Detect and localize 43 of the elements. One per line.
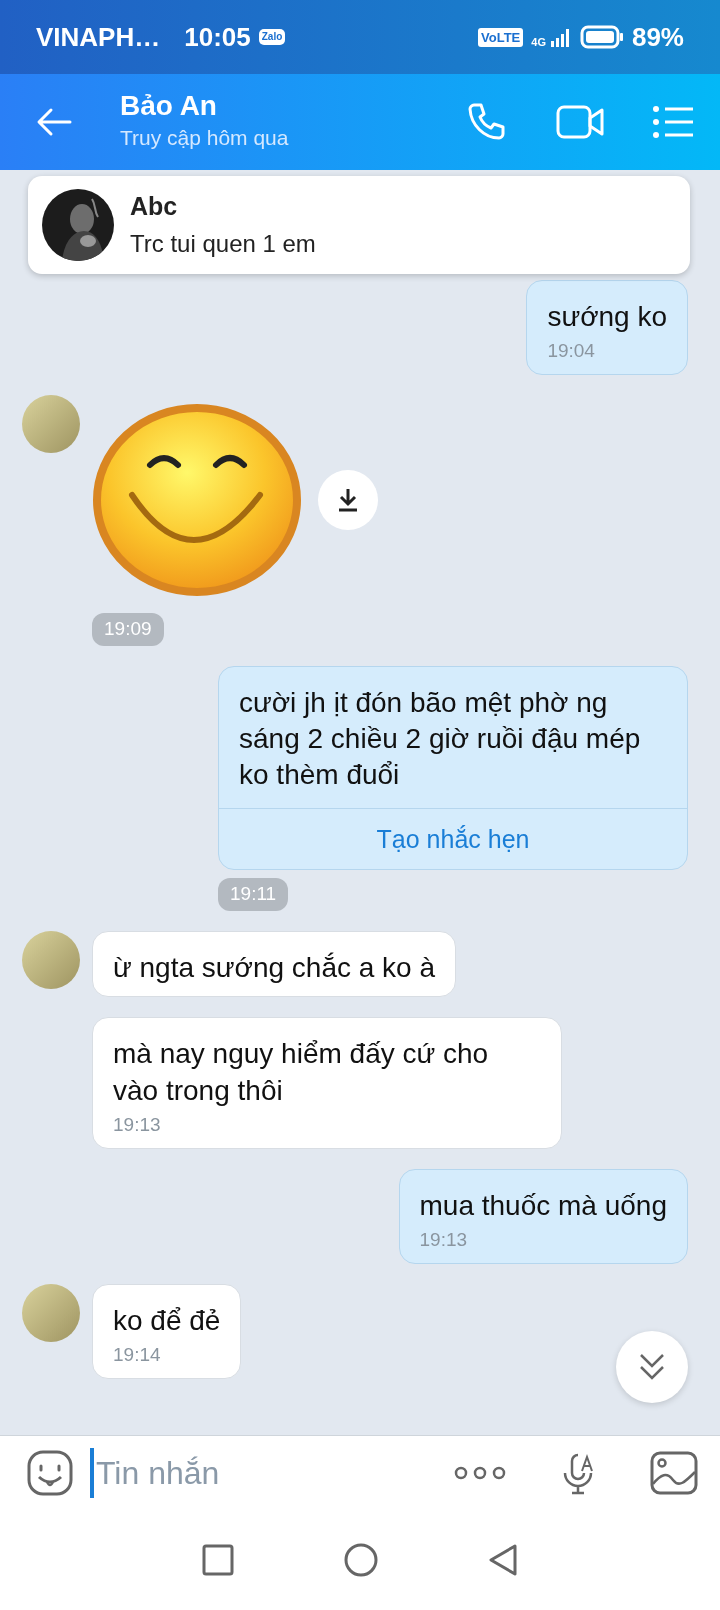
volte-icon: VoLTE [478, 27, 524, 47]
microphone-icon[interactable] [562, 1451, 594, 1495]
message-bubble[interactable]: ko để đẻ 19:14 [92, 1283, 242, 1379]
message-text: sướng ko [547, 300, 667, 334]
clock: 10:05 [184, 20, 251, 54]
double-chevron-down-icon [638, 1352, 666, 1382]
message-bubble[interactable]: mà nay nguy hiểm đấy cứ cho vào trong thôi 19:13 [92, 1017, 562, 1149]
message-time: 19:13 [419, 1228, 469, 1252]
image-icon[interactable] [650, 1451, 698, 1495]
message-text: ừ ngta sướng chắc a ko à [113, 950, 436, 985]
time-label: 19:09 [92, 613, 164, 646]
back-arrow-icon [36, 107, 72, 137]
sticker-face-icon[interactable] [26, 1449, 74, 1497]
back-icon[interactable] [488, 1543, 518, 1577]
notification-sender: Abc [130, 191, 179, 223]
message-text: mà nay nguy hiểm đấy cứ cho vào trong thôi [113, 1037, 490, 1108]
home-icon[interactable] [344, 1543, 378, 1577]
app-notification-icon: Zalo [258, 29, 286, 45]
download-icon [336, 487, 360, 514]
back-button[interactable] [36, 107, 72, 137]
message-time: 19:14 [113, 1343, 162, 1368]
message-bubble[interactable]: mua thuốc mà uống 19:13 [398, 1168, 688, 1264]
message-bubble[interactable]: sướng ko 19:04 [526, 280, 688, 376]
message-time: 19:13 [113, 1112, 162, 1137]
message-text: mua thuốc mà uống [419, 1188, 667, 1223]
video-call-icon[interactable] [556, 104, 604, 140]
scroll-down-button[interactable] [616, 1331, 688, 1403]
battery-icon [579, 24, 624, 50]
message-bubble[interactable]: ừ ngta sướng chắc a ko à [92, 930, 457, 998]
recent-apps-icon[interactable] [202, 1544, 234, 1576]
notification-message: Trc tui quen 1 em [130, 228, 316, 259]
contact-name: Bảo An [120, 90, 218, 122]
message-time: 19:04 [547, 339, 596, 364]
time-label: 19:11 [218, 878, 289, 911]
network-type: 4G [531, 37, 546, 48]
carrier-name: VINAPH… [36, 20, 161, 54]
message-text: cười jh ịt đón bão mệt phờ ng sáng 2 chiều 2 giờ ruồi đậu mép ko thèm đuổi [239, 685, 642, 793]
notification-banner[interactable]: Abc Trc tui quen 1 em [28, 176, 690, 274]
message-text: ko để đẻ [113, 1303, 221, 1338]
battery-level: 89% [631, 20, 684, 54]
signal-icon [549, 26, 572, 48]
message-bubble[interactable]: cười jh ịt đón bão mệt phờ ng sáng 2 chiều 2 giờ ruồi đậu mép ko thèm đuổi Tạo nhắc hẹn [218, 665, 688, 871]
last-seen-status: Truy cập hôm qua [120, 124, 289, 151]
